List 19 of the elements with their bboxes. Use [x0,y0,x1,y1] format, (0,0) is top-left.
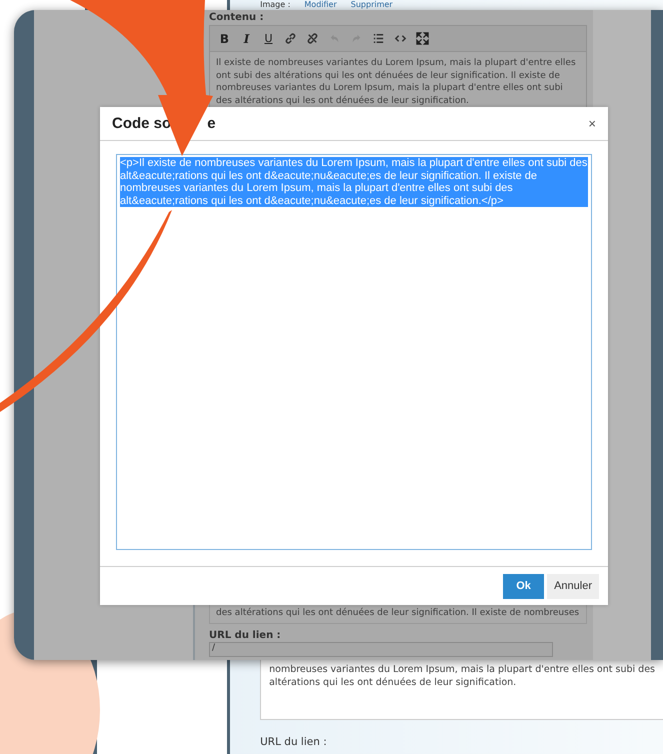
list-icon[interactable] [372,32,385,45]
dialog-title-fragment: e [207,115,216,132]
source-code-field[interactable] [116,154,592,550]
close-button[interactable]: × [588,116,596,131]
source-code-text: <p>Il existe de nombreuses variantes du Lorem Ipsum, mais la plupart d'entre elles ont subi des alt&eacute;rations qui les ont d&eacute;nu&eacute;es de leur signification. Il existe de nombreuses variantes du Lorem Ipsum, mais la plupart d'entre elles ont subi des alt&eacute;rations qui les ont d&eacute;nu&eacute;es de leur signification.</p> [120,157,588,207]
image-label: Image : [260,0,290,10]
url-field[interactable]: / [209,642,553,657]
content-label: Contenu : [209,12,265,23]
cancel-button[interactable]: Annuler [547,574,599,598]
format-button[interactable]: U [262,32,275,45]
ok-button[interactable]: Ok [503,574,544,598]
format-button[interactable]: I [240,32,253,46]
url-label: URL du lien : [260,736,328,748]
image-link[interactable]: Supprimer [350,0,393,10]
link-icon[interactable] [284,32,297,45]
image-link[interactable]: Modifier [304,0,337,10]
format-button[interactable]: B [218,32,231,46]
fullscreen-icon[interactable] [416,32,429,45]
unlink-icon[interactable] [306,32,319,45]
